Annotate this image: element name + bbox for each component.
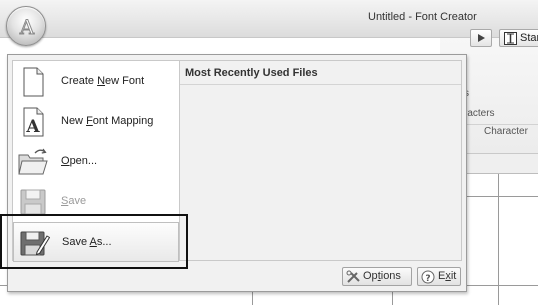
font-mapping-icon: A <box>23 107 44 137</box>
ribbon-group-divider <box>462 124 538 125</box>
menu-item-open[interactable]: Open... <box>13 142 179 182</box>
grid-line <box>252 292 253 305</box>
play-button[interactable] <box>470 29 492 47</box>
menu-item-create-new-font[interactable]: Create New Font <box>13 62 179 102</box>
open-folder-icon <box>18 148 48 175</box>
start-button[interactable]: Star <box>499 29 538 47</box>
recent-files-pane: Most Recently Used Files <box>180 60 462 261</box>
application-button[interactable]: A <box>6 6 46 46</box>
options-button[interactable]: Options <box>342 267 412 286</box>
highlight-frame <box>0 214 188 269</box>
window-title: Untitled - Font Creator <box>368 11 477 23</box>
svg-text:A: A <box>25 117 40 137</box>
svg-text:A: A <box>19 15 35 39</box>
menu-item-label: Save <box>61 195 87 207</box>
new-document-icon <box>23 67 44 97</box>
menu-item-label: Create New Font <box>61 75 145 87</box>
start-button-label: Star <box>520 32 538 44</box>
ribbon-group-label: Character <box>484 126 528 137</box>
options-icon <box>346 270 360 283</box>
menu-item-new-font-mapping[interactable]: A New Font Mapping <box>13 102 179 142</box>
menu-item-label: New Font Mapping <box>61 115 154 127</box>
grid-line <box>392 292 393 305</box>
ribbon-text-line2: racters <box>464 108 495 119</box>
svg-text:?: ? <box>425 274 430 284</box>
exit-icon: ? <box>421 270 435 284</box>
title-bar: Untitled - Font Creator <box>0 0 538 38</box>
recent-files-header: Most Recently Used Files <box>180 61 461 85</box>
grid-line <box>498 174 499 305</box>
exit-button[interactable]: ? Exit <box>417 267 461 286</box>
menu-item-label: Open... <box>61 155 98 167</box>
text-cursor-icon <box>504 32 517 45</box>
app-orb-icon: A <box>18 15 35 40</box>
